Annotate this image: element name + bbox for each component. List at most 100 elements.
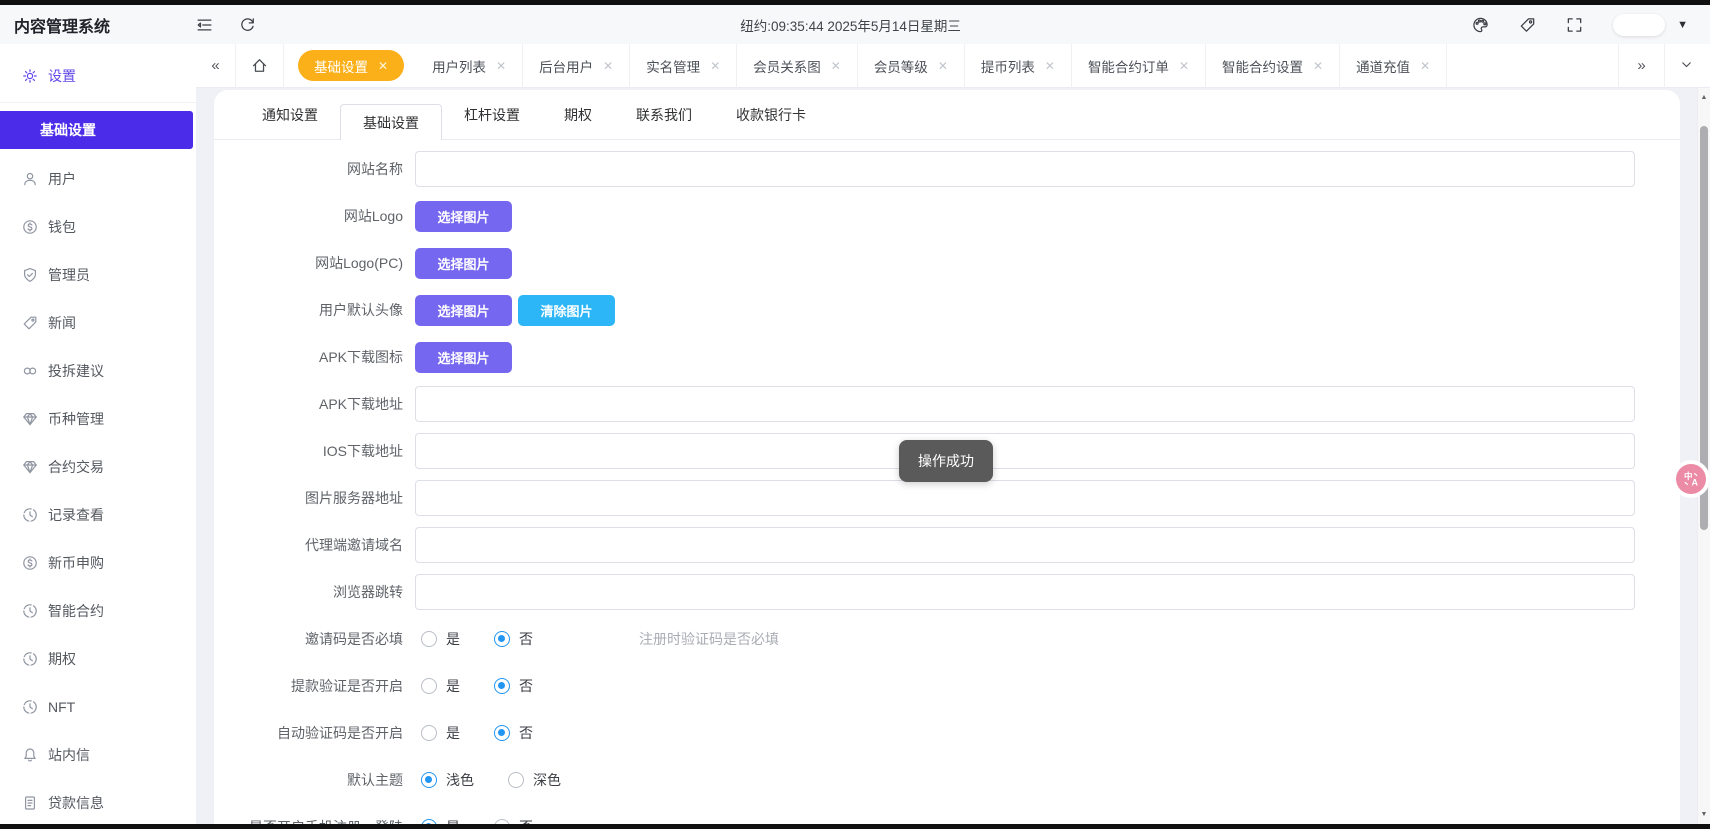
user-pill[interactable]	[1613, 14, 1665, 36]
tabs-scroll-left-button[interactable]: «	[196, 44, 236, 88]
radio-option-是[interactable]: 是	[421, 676, 460, 696]
close-icon[interactable]: ✕	[496, 59, 506, 73]
sidebar-item-新币申购[interactable]: 新币申购	[0, 539, 196, 587]
input-代理端邀请域名[interactable]	[415, 527, 1635, 563]
tab-智能合约订单[interactable]: 智能合约订单✕	[1072, 44, 1206, 88]
radio-option-是[interactable]: 是	[421, 629, 460, 649]
tab-通道充值[interactable]: 通道充值✕	[1340, 44, 1447, 88]
menu-fold-icon[interactable]	[196, 16, 213, 33]
input-APK下载地址[interactable]	[415, 386, 1635, 422]
sidebar-item-投拆建议[interactable]: 投拆建议	[0, 347, 196, 395]
radio-option-否[interactable]: 否	[494, 629, 533, 649]
sidebar-item-站内信[interactable]: 站内信	[0, 731, 196, 779]
choose-image-button[interactable]: 选择图片	[415, 342, 512, 373]
scroll-down-arrow-icon[interactable]: ▼	[1698, 811, 1710, 818]
sidebar-item-期权[interactable]: 期权	[0, 635, 196, 683]
sidebar-item-label: NFT	[48, 699, 75, 715]
close-icon[interactable]: ✕	[1179, 59, 1189, 73]
sidebar-item-合约交易[interactable]: 合约交易	[0, 443, 196, 491]
sidebar-item-NFT[interactable]: NFT	[0, 683, 196, 731]
radio-option-label: 是	[446, 676, 460, 696]
sidebar-item-label: 投拆建议	[48, 361, 104, 381]
shield-check-icon	[22, 267, 38, 283]
input-网站名称[interactable]	[415, 151, 1635, 187]
palette-icon[interactable]	[1472, 16, 1489, 33]
sidebar-item-智能合约[interactable]: 智能合约	[0, 587, 196, 635]
sidebar-item-label: 新币申购	[48, 553, 104, 573]
tab-智能合约设置[interactable]: 智能合约设置✕	[1206, 44, 1340, 88]
close-icon[interactable]: ✕	[710, 59, 720, 73]
input-IOS下载地址[interactable]	[415, 433, 1635, 469]
clear-image-button[interactable]: 清除图片	[518, 295, 615, 326]
field-label: 图片服务器地址	[214, 488, 415, 508]
settings-tab-联系我们[interactable]: 联系我们	[614, 90, 714, 139]
settings-tab-杠杆设置[interactable]: 杠杆设置	[442, 90, 542, 139]
tabs-menu-button[interactable]	[1664, 44, 1710, 88]
field-label: IOS下载地址	[214, 441, 415, 461]
tab-实名管理[interactable]: 实名管理✕	[630, 44, 737, 88]
tab-后台用户[interactable]: 后台用户✕	[523, 44, 630, 88]
input-浏览器跳转[interactable]	[415, 574, 1635, 610]
field-label: 网站Logo(PC)	[214, 253, 415, 273]
field-label: 自动验证码是否开启	[214, 723, 415, 743]
caret-down-icon[interactable]: ▼	[1677, 19, 1688, 31]
settings-tab-通知设置[interactable]: 通知设置	[240, 90, 340, 139]
close-icon[interactable]: ✕	[1313, 59, 1323, 73]
fullscreen-icon[interactable]	[1566, 16, 1583, 33]
settings-tab-基础设置[interactable]: 基础设置	[340, 104, 442, 140]
sidebar-item-label: 设置	[48, 66, 76, 86]
form-row-用户默认头像: 用户默认头像选择图片清除图片	[214, 292, 1680, 328]
field-label: 网站Logo	[214, 206, 415, 226]
close-icon[interactable]: ✕	[378, 59, 388, 73]
radio-option-否[interactable]: 否	[494, 676, 533, 696]
settings-tab-期权[interactable]: 期权	[542, 90, 614, 139]
tab-label: 会员关系图	[753, 56, 821, 76]
close-icon[interactable]: ✕	[1045, 59, 1055, 73]
radio-unchecked-icon[interactable]	[421, 631, 437, 647]
radio-unchecked-icon[interactable]	[421, 725, 437, 741]
settings-form: 网站名称网站Logo选择图片网站Logo(PC)选择图片用户默认头像选择图片清除…	[214, 140, 1680, 829]
tab-提币列表[interactable]: 提币列表✕	[965, 44, 1072, 88]
radio-option-深色[interactable]: 深色	[508, 770, 561, 790]
refresh-icon[interactable]	[239, 16, 256, 33]
tab-会员等级[interactable]: 会员等级 ✕	[858, 44, 965, 88]
close-icon[interactable]: ✕	[603, 59, 613, 73]
choose-image-button[interactable]: 选择图片	[415, 295, 512, 326]
radio-checked-icon[interactable]	[494, 725, 510, 741]
choose-image-button[interactable]: 选择图片	[415, 201, 512, 232]
sidebar-item-记录查看[interactable]: 记录查看	[0, 491, 196, 539]
close-icon[interactable]: ✕	[938, 59, 948, 73]
sidebar-item-钱包[interactable]: 钱包	[0, 203, 196, 251]
radio-checked-icon[interactable]	[421, 772, 437, 788]
sidebar-item-新闻[interactable]: 新闻	[0, 299, 196, 347]
tab-用户列表[interactable]: 用户列表✕	[416, 44, 523, 88]
translate-fab-button[interactable]: 中 A	[1676, 464, 1706, 494]
radio-checked-icon[interactable]	[494, 631, 510, 647]
sidebar-item-币种管理[interactable]: 币种管理	[0, 395, 196, 443]
tab-会员关系图[interactable]: 会员关系图 ✕	[737, 44, 858, 88]
sidebar-item-用户[interactable]: 用户	[0, 155, 196, 203]
radio-unchecked-icon[interactable]	[508, 772, 524, 788]
tabs-scroll-right-button[interactable]: »	[1618, 44, 1664, 88]
input-图片服务器地址[interactable]	[415, 480, 1635, 516]
tab-label: 基础设置	[314, 56, 368, 76]
sidebar-item-设置[interactable]: 设置	[0, 54, 196, 98]
sidebar-subitem-基础设置[interactable]: 基础设置	[0, 111, 193, 149]
choose-image-button[interactable]: 选择图片	[415, 248, 512, 279]
settings-tab-收款银行卡[interactable]: 收款银行卡	[714, 90, 828, 139]
chevron-down-icon	[1679, 57, 1696, 74]
close-icon[interactable]: ✕	[1420, 59, 1430, 73]
home-tab-button[interactable]	[236, 44, 284, 88]
radio-checked-icon[interactable]	[494, 678, 510, 694]
radio-unchecked-icon[interactable]	[421, 678, 437, 694]
radio-option-否[interactable]: 否	[494, 723, 533, 743]
scroll-up-arrow-icon[interactable]: ▲	[1698, 94, 1710, 101]
tab-label: 会员等级	[874, 56, 928, 76]
close-icon[interactable]: ✕	[831, 59, 841, 73]
tag-icon[interactable]	[1519, 16, 1536, 33]
sidebar-item-管理员[interactable]: 管理员	[0, 251, 196, 299]
tab-基础设置[interactable]: 基础设置 ✕	[298, 50, 404, 81]
sidebar-item-贷款信息[interactable]: 贷款信息	[0, 779, 196, 827]
radio-option-是[interactable]: 是	[421, 723, 460, 743]
radio-option-浅色[interactable]: 浅色	[421, 770, 474, 790]
